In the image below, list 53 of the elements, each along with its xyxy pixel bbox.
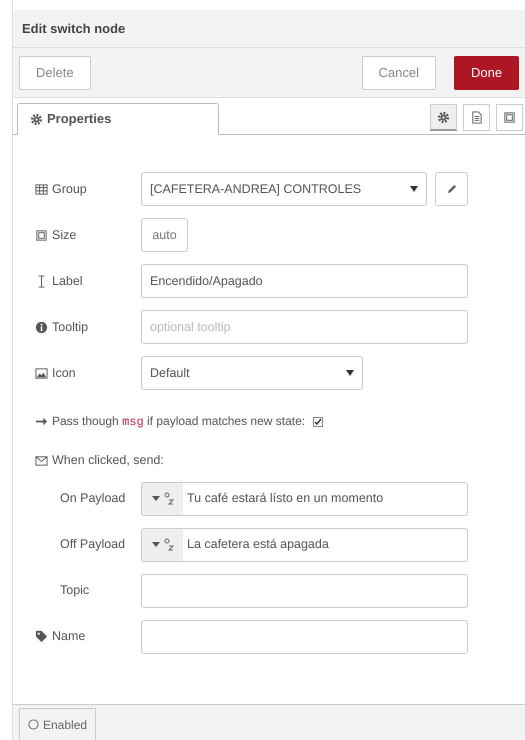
frame-icon <box>35 228 48 242</box>
field-label: Size <box>52 226 76 244</box>
caret-icon <box>152 496 160 502</box>
caret-icon <box>346 370 354 376</box>
window-title: Edit switch node <box>22 20 126 38</box>
field-label: Name <box>52 628 86 646</box>
enabled-toggle[interactable]: Enabled <box>19 708 96 740</box>
typed-input-field[interactable]: La cafetera está apagada <box>141 528 468 562</box>
string-type-icon <box>164 492 174 506</box>
settings-icon <box>30 112 43 126</box>
field-label: Icon <box>52 364 76 382</box>
settings-icon <box>437 110 450 124</box>
typed-input-field[interactable]: Tu café estará lísto en un momento <box>141 482 468 516</box>
text-field[interactable] <box>141 574 468 608</box>
tab[interactable]: Properties <box>17 103 219 135</box>
tag-icon <box>35 630 48 644</box>
frame-icon <box>503 111 516 124</box>
document-icon <box>470 111 483 124</box>
checkbox[interactable] <box>313 416 324 426</box>
envelope-icon <box>35 454 48 467</box>
field-label: Group <box>52 180 87 198</box>
type-selector[interactable] <box>142 528 183 561</box>
section-heading: When clicked, send: <box>52 452 164 469</box>
sidebar-tab-button[interactable] <box>496 104 523 131</box>
field-label: Label <box>52 272 83 290</box>
arrow-icon <box>35 415 48 428</box>
image-icon <box>35 366 48 380</box>
text-field[interactable]: optional tooltip <box>141 310 468 344</box>
done-button[interactable]: Done <box>454 56 519 90</box>
pass-through-text: Pass though msg if payload matches new state: <box>52 413 306 431</box>
caret-icon <box>410 186 418 192</box>
caret-icon <box>152 542 160 548</box>
string-type-icon <box>164 538 174 552</box>
sidebar-tab-button[interactable] <box>430 104 457 131</box>
text-field[interactable]: Encendido/Apagado <box>141 264 468 298</box>
select-field[interactable]: Default <box>141 356 363 390</box>
select-field[interactable]: [CAFETERA-ANDREA] CONTROLES <box>141 172 427 206</box>
field-label: On Payload <box>60 490 126 508</box>
sidebar-tab-button[interactable] <box>463 104 490 131</box>
size-button[interactable]: auto <box>141 218 188 252</box>
circle-icon <box>28 719 39 730</box>
type-selector[interactable] <box>142 482 183 515</box>
payload-value: La cafetera está apagada <box>186 536 330 554</box>
payload-value: Tu café estará lísto en un momento <box>186 490 384 508</box>
dialog-button[interactable]: Cancel <box>362 56 436 90</box>
table-icon <box>35 182 48 196</box>
text-field[interactable] <box>141 620 468 654</box>
pencil-icon <box>446 184 457 194</box>
info-icon <box>35 320 48 334</box>
field-label: Topic <box>60 582 90 600</box>
dialog-button[interactable]: Delete <box>19 56 91 90</box>
field-label: Off Payload <box>60 536 126 554</box>
field-label: Tooltip <box>52 318 88 336</box>
